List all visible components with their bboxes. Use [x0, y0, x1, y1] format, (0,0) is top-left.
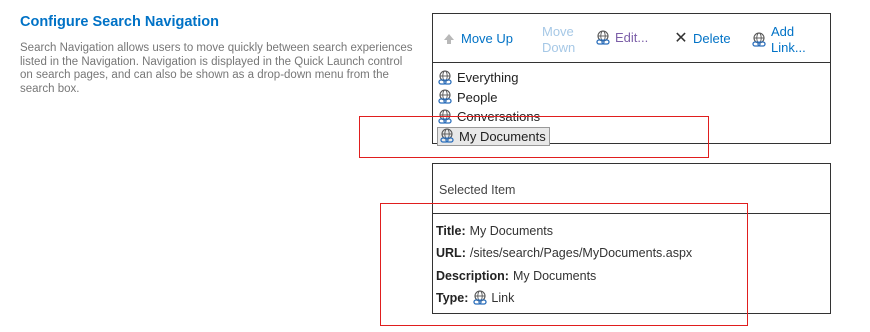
annotation-highlight-nav-item [359, 116, 709, 158]
move-down-button[interactable]: Move Down [522, 24, 582, 55]
annotation-highlight-details [380, 203, 748, 326]
link-globe-icon [437, 89, 453, 105]
link-globe-icon [595, 30, 611, 46]
section-description: Search Navigation allows users to move q… [20, 42, 413, 95]
move-up-label: Move Up [461, 31, 514, 47]
move-up-button[interactable]: Move Up [441, 31, 513, 47]
add-link-label: Add Link... [771, 24, 806, 55]
nav-item-everything[interactable]: Everything [437, 68, 550, 88]
section-title: Configure Search Navigation [20, 14, 220, 30]
edit-label: Edit... [615, 30, 649, 46]
move-down-label: Move Down [542, 24, 576, 55]
nav-item-people[interactable]: People [437, 88, 550, 108]
delete-label: Delete [693, 31, 731, 47]
edit-button[interactable]: Edit... [595, 30, 648, 46]
navigation-toolbar: Move Up Move Down Edit... ✕ Delete Add L… [433, 14, 830, 63]
selected-item-heading: Selected Item [439, 183, 516, 197]
nav-item-label: Everything [457, 70, 519, 86]
close-icon: ✕ [674, 30, 688, 47]
link-globe-icon [751, 31, 767, 48]
add-link-button[interactable]: Add Link... [751, 24, 811, 55]
arrow-up-icon [441, 31, 457, 47]
arrow-down-icon [522, 32, 538, 48]
delete-button[interactable]: ✕ Delete [673, 30, 731, 47]
link-globe-icon [437, 70, 453, 86]
nav-item-label: People [457, 89, 498, 105]
